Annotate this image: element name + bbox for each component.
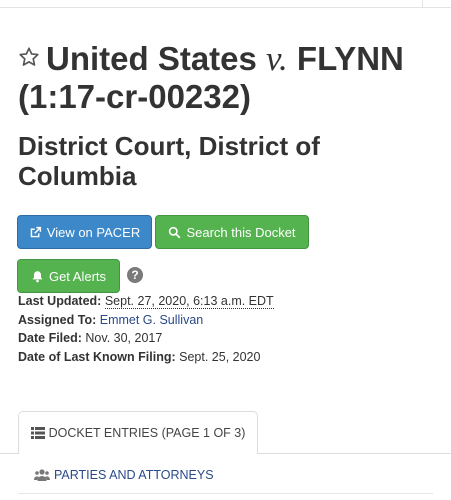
get-alerts-label: Get Alerts xyxy=(48,268,107,284)
assigned-judge-link[interactable]: Emmet G. Sullivan xyxy=(100,313,204,327)
search-docket-label: Search this Docket xyxy=(186,224,296,240)
assigned-to-row: Assigned To: Emmet G. Sullivan xyxy=(18,311,438,330)
court-name: District Court, District of Columbia xyxy=(18,131,320,191)
section-divider xyxy=(18,493,433,494)
case-metadata: Last Updated: Sept. 27, 2020, 6:13 a.m. … xyxy=(18,292,438,367)
view-on-pacer-label: View on PACER xyxy=(46,224,141,240)
list-icon xyxy=(30,427,45,439)
top-bar xyxy=(0,0,451,8)
date-filed-row: Date Filed: Nov. 30, 2017 xyxy=(18,329,438,348)
tab-parties-attorneys[interactable]: PARTIES AND ATTORNEYS xyxy=(34,465,214,485)
get-alerts-button[interactable]: Get Alerts xyxy=(17,259,120,293)
help-icon[interactable]: ? xyxy=(127,267,143,283)
users-icon xyxy=(34,469,50,481)
case-title-plaintiff: United States xyxy=(46,40,257,77)
search-icon xyxy=(169,226,181,238)
case-title-versus: v. xyxy=(266,39,288,78)
last-updated-label: Last Updated: xyxy=(18,294,102,308)
last-updated-row: Last Updated: Sept. 27, 2020, 6:13 a.m. … xyxy=(18,292,438,311)
view-on-pacer-button[interactable]: View on PACER xyxy=(17,215,152,249)
top-bar-segment xyxy=(422,0,451,7)
date-filed-value: Nov. 30, 2017 xyxy=(85,331,163,346)
last-filing-label: Date of Last Known Filing: xyxy=(18,350,176,365)
last-updated-value: Sept. 27, 2020, 6:13 a.m. EDT xyxy=(104,294,274,309)
tab-docket-entries[interactable]: DOCKET ENTRIES (PAGE 1 OF 3) xyxy=(18,411,258,454)
date-filed-label: Date Filed: xyxy=(18,331,82,346)
tab-parties-label: PARTIES AND ATTORNEYS xyxy=(54,468,214,482)
tab-docket-entries-label: DOCKET ENTRIES (PAGE 1 OF 3) xyxy=(48,426,246,440)
last-filing-row: Date of Last Known Filing: Sept. 25, 202… xyxy=(18,348,438,367)
external-link-icon xyxy=(30,226,41,237)
search-docket-button[interactable]: Search this Docket xyxy=(155,215,309,249)
tab-divider xyxy=(258,453,451,454)
star-icon[interactable] xyxy=(18,38,40,66)
assigned-to-label: Assigned To: xyxy=(18,312,97,327)
tab-divider-left xyxy=(0,453,18,454)
last-filing-value: Sept. 25, 2020 xyxy=(179,350,261,365)
bell-icon xyxy=(32,270,43,282)
case-title: United States v. FLYNN (1:17-cr-00232) xyxy=(18,38,438,116)
